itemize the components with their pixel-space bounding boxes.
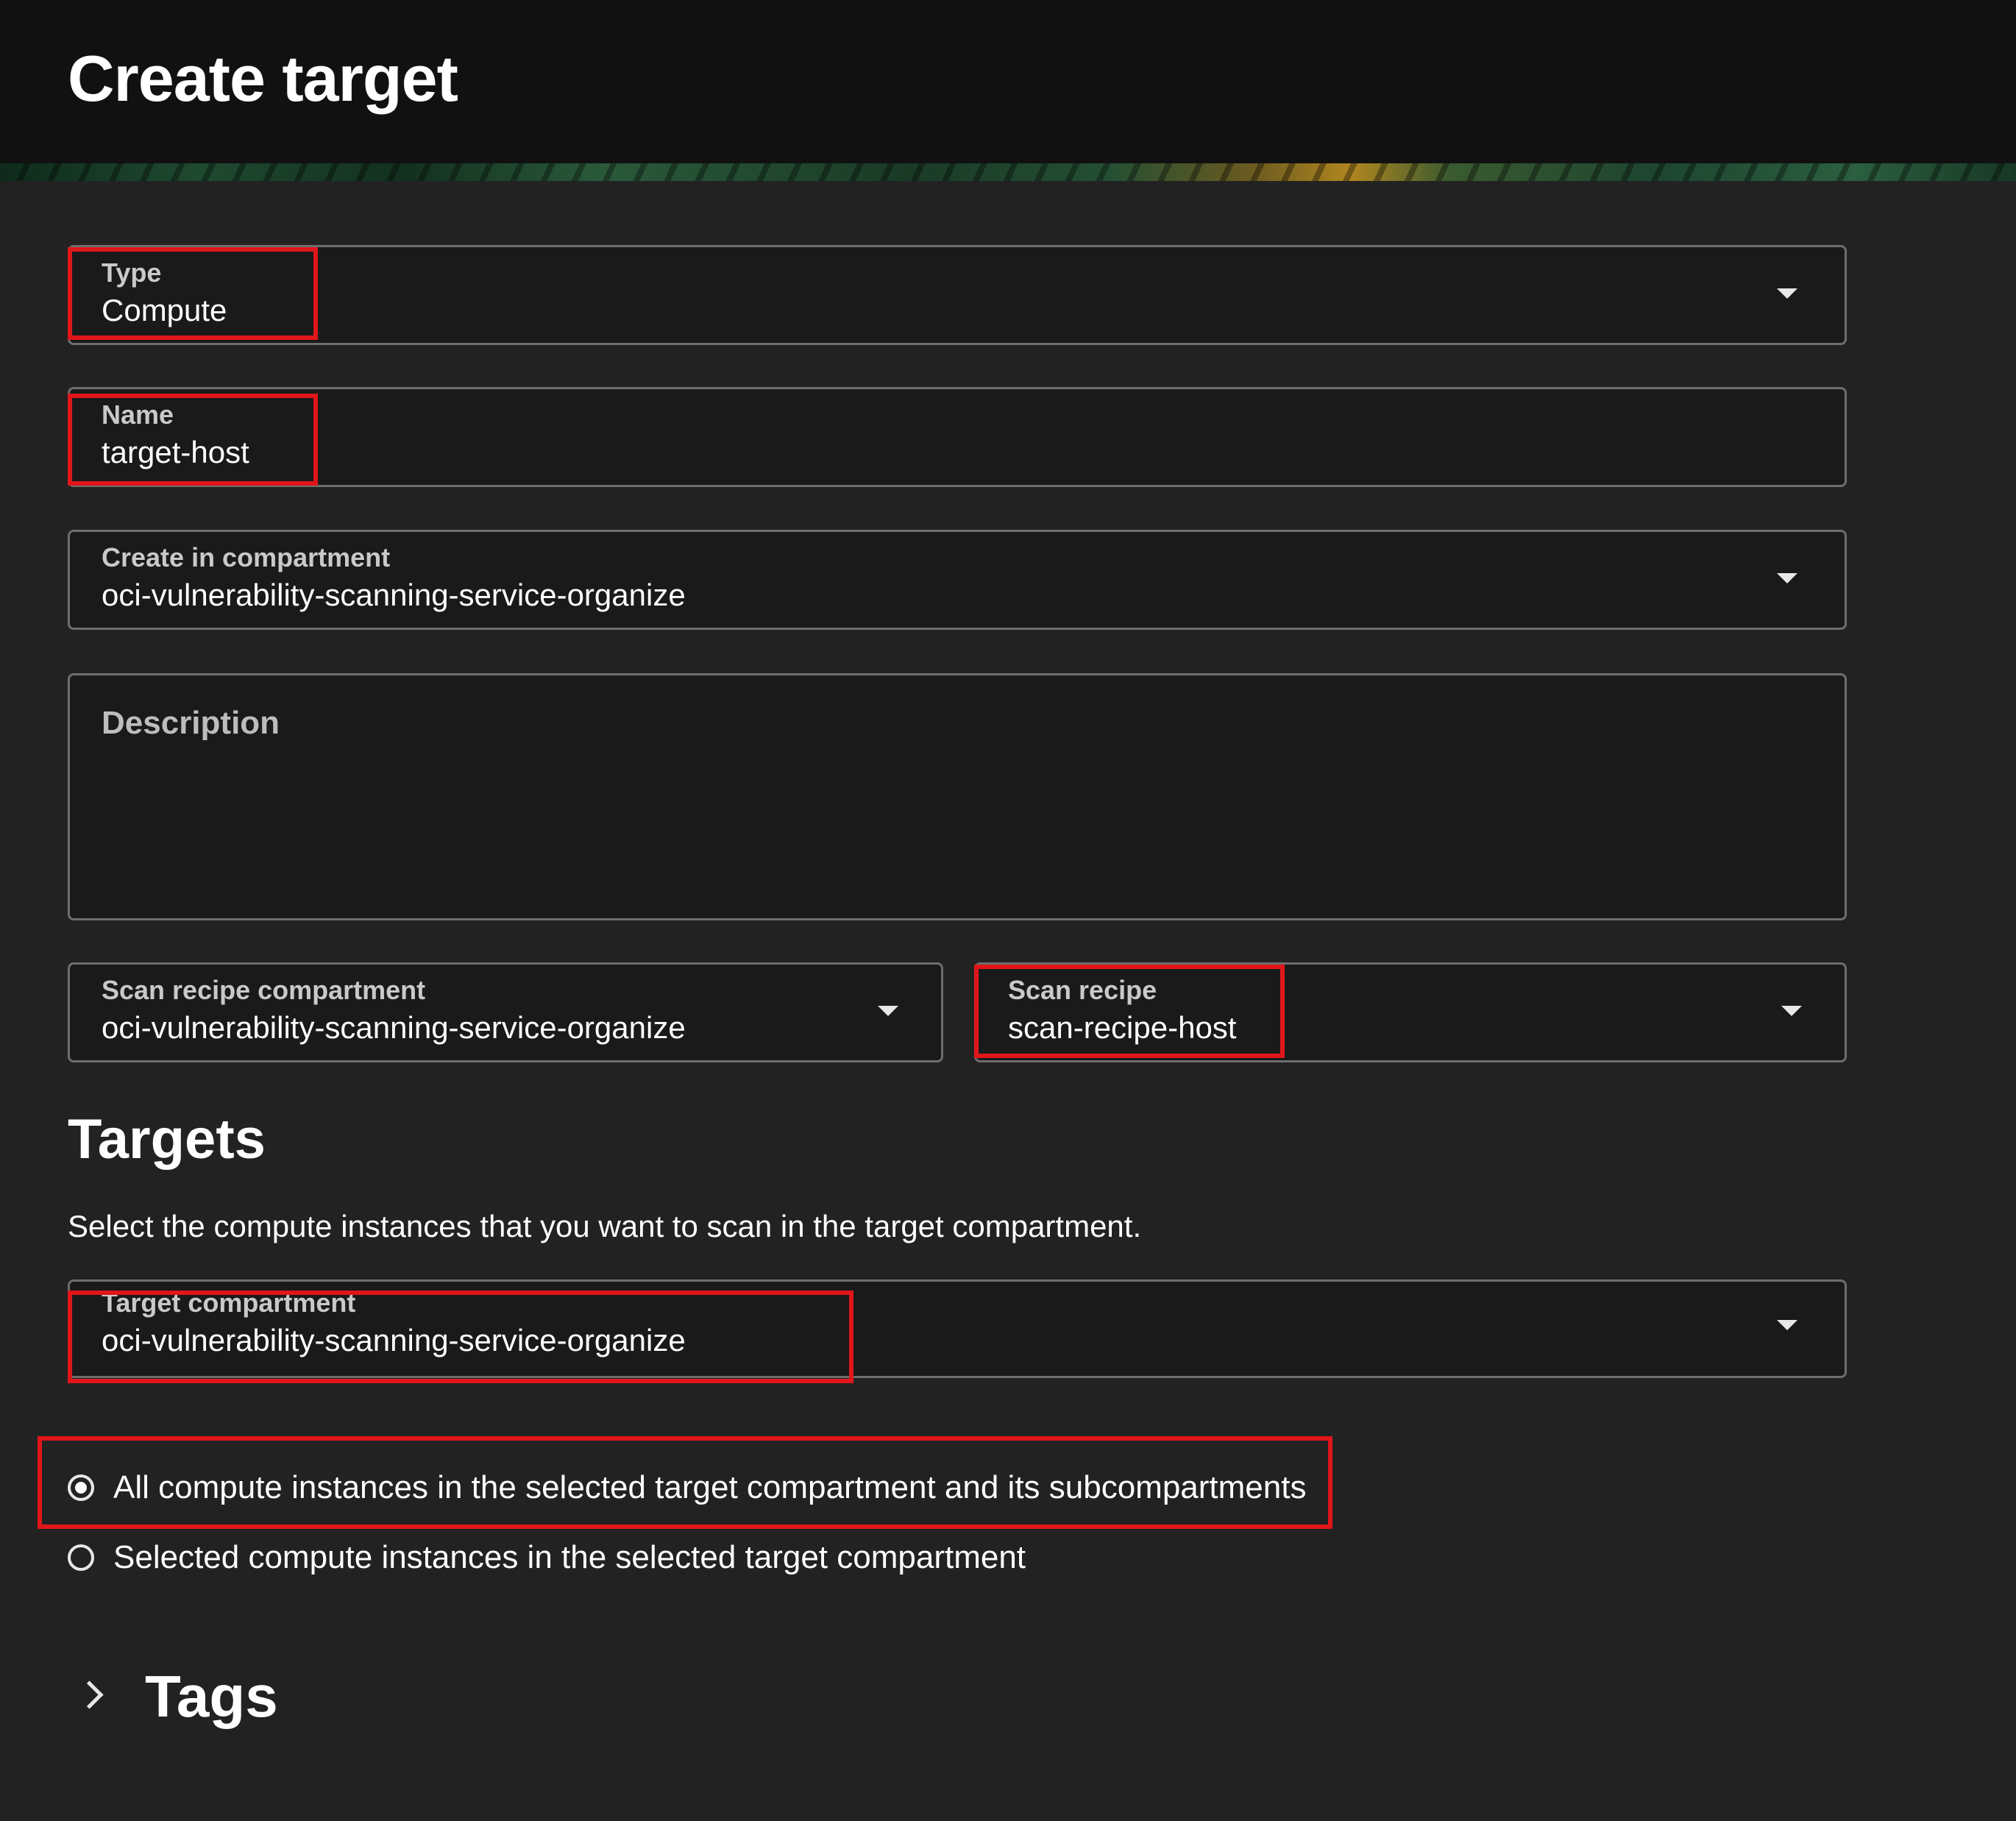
caret-down-icon[interactable] [1777,1320,1797,1330]
page-title: Create target [68,42,458,115]
radio-option-selected-instances[interactable]: Selected compute instances in the select… [68,1536,1026,1580]
scan-recipe-value: scan-recipe-host [1008,1010,1237,1045]
caret-down-icon[interactable] [878,1006,898,1016]
scan-recipe-compartment-label: Scan recipe compartment [102,975,426,1005]
target-compartment-value: oci-vulnerability-scanning-service-organ… [102,1323,686,1357]
page-header: Create target [0,0,2016,163]
target-compartment-label: Target compartment [102,1288,356,1318]
radio-label-all-instances: All compute instances in the selected ta… [113,1469,1307,1505]
scan-recipe-select[interactable]: Scan recipe scan-recipe-host [974,962,1847,1062]
tags-heading[interactable]: Tags [145,1663,278,1731]
caret-down-icon[interactable] [1781,1006,1802,1016]
name-value: target-host [102,435,249,469]
compartment-label: Create in compartment [102,542,391,572]
target-compartment-select[interactable]: Target compartment oci-vulnerability-sca… [68,1279,1847,1378]
type-select[interactable]: Type Compute [68,245,1847,345]
scan-recipe-label: Scan recipe [1008,975,1157,1005]
targets-heading: Targets [68,1108,266,1171]
description-placeholder: Description [102,705,280,741]
targets-help-text: Select the compute instances that you wa… [68,1209,1142,1243]
chevron-right-icon[interactable] [75,1680,104,1709]
radio-checked-icon[interactable] [68,1474,94,1501]
compartment-select[interactable]: Create in compartment oci-vulnerability-… [68,530,1847,630]
decorative-banner [0,163,2016,181]
radio-unchecked-icon[interactable] [68,1544,94,1571]
name-label: Name [102,400,174,430]
caret-down-icon[interactable] [1777,573,1797,583]
compartment-value: oci-vulnerability-scanning-service-organ… [102,578,686,612]
type-label: Type [102,258,162,288]
description-textarea[interactable]: Description [68,673,1847,920]
caret-down-icon[interactable] [1777,288,1797,299]
type-value: Compute [102,293,227,327]
scan-recipe-compartment-value: oci-vulnerability-scanning-service-organ… [102,1010,686,1045]
radio-label-selected-instances: Selected compute instances in the select… [113,1539,1026,1575]
radio-option-all-instances[interactable]: All compute instances in the selected ta… [68,1466,1306,1510]
scan-recipe-compartment-select[interactable]: Scan recipe compartment oci-vulnerabilit… [68,962,943,1062]
name-input[interactable]: Name target-host [68,387,1847,487]
